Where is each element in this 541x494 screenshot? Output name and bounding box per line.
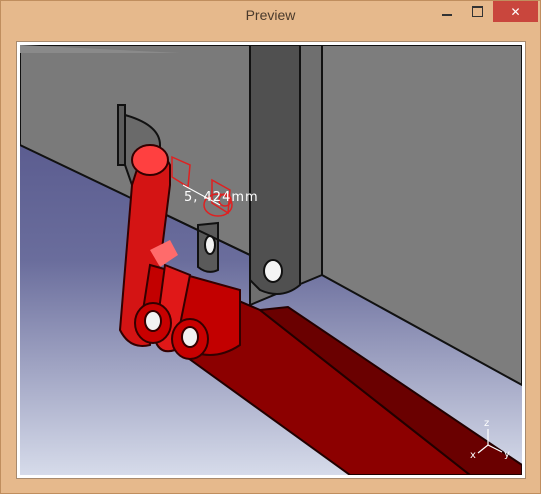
axis-y-label: y — [504, 449, 510, 460]
maximize-button[interactable] — [463, 1, 491, 22]
minimize-button[interactable] — [433, 1, 461, 22]
close-icon: ✕ — [510, 4, 521, 19]
measurement-label: 5, 424mm — [184, 190, 259, 205]
axis-z-label: z — [484, 418, 489, 429]
maximize-icon — [471, 6, 483, 17]
viewport-frame: 5, 424mm z x y — [16, 41, 526, 479]
3d-scene[interactable]: 5, 424mm z x y — [20, 45, 522, 475]
minimize-icon — [442, 13, 452, 16]
title-bar[interactable]: Preview ✕ — [1, 1, 540, 32]
axis-x-label: x — [470, 450, 476, 461]
close-button[interactable]: ✕ — [493, 1, 538, 22]
3d-viewport[interactable]: 5, 424mm z x y — [20, 45, 522, 475]
preview-window: Preview ✕ 5, 424mm z x y — [0, 0, 541, 494]
